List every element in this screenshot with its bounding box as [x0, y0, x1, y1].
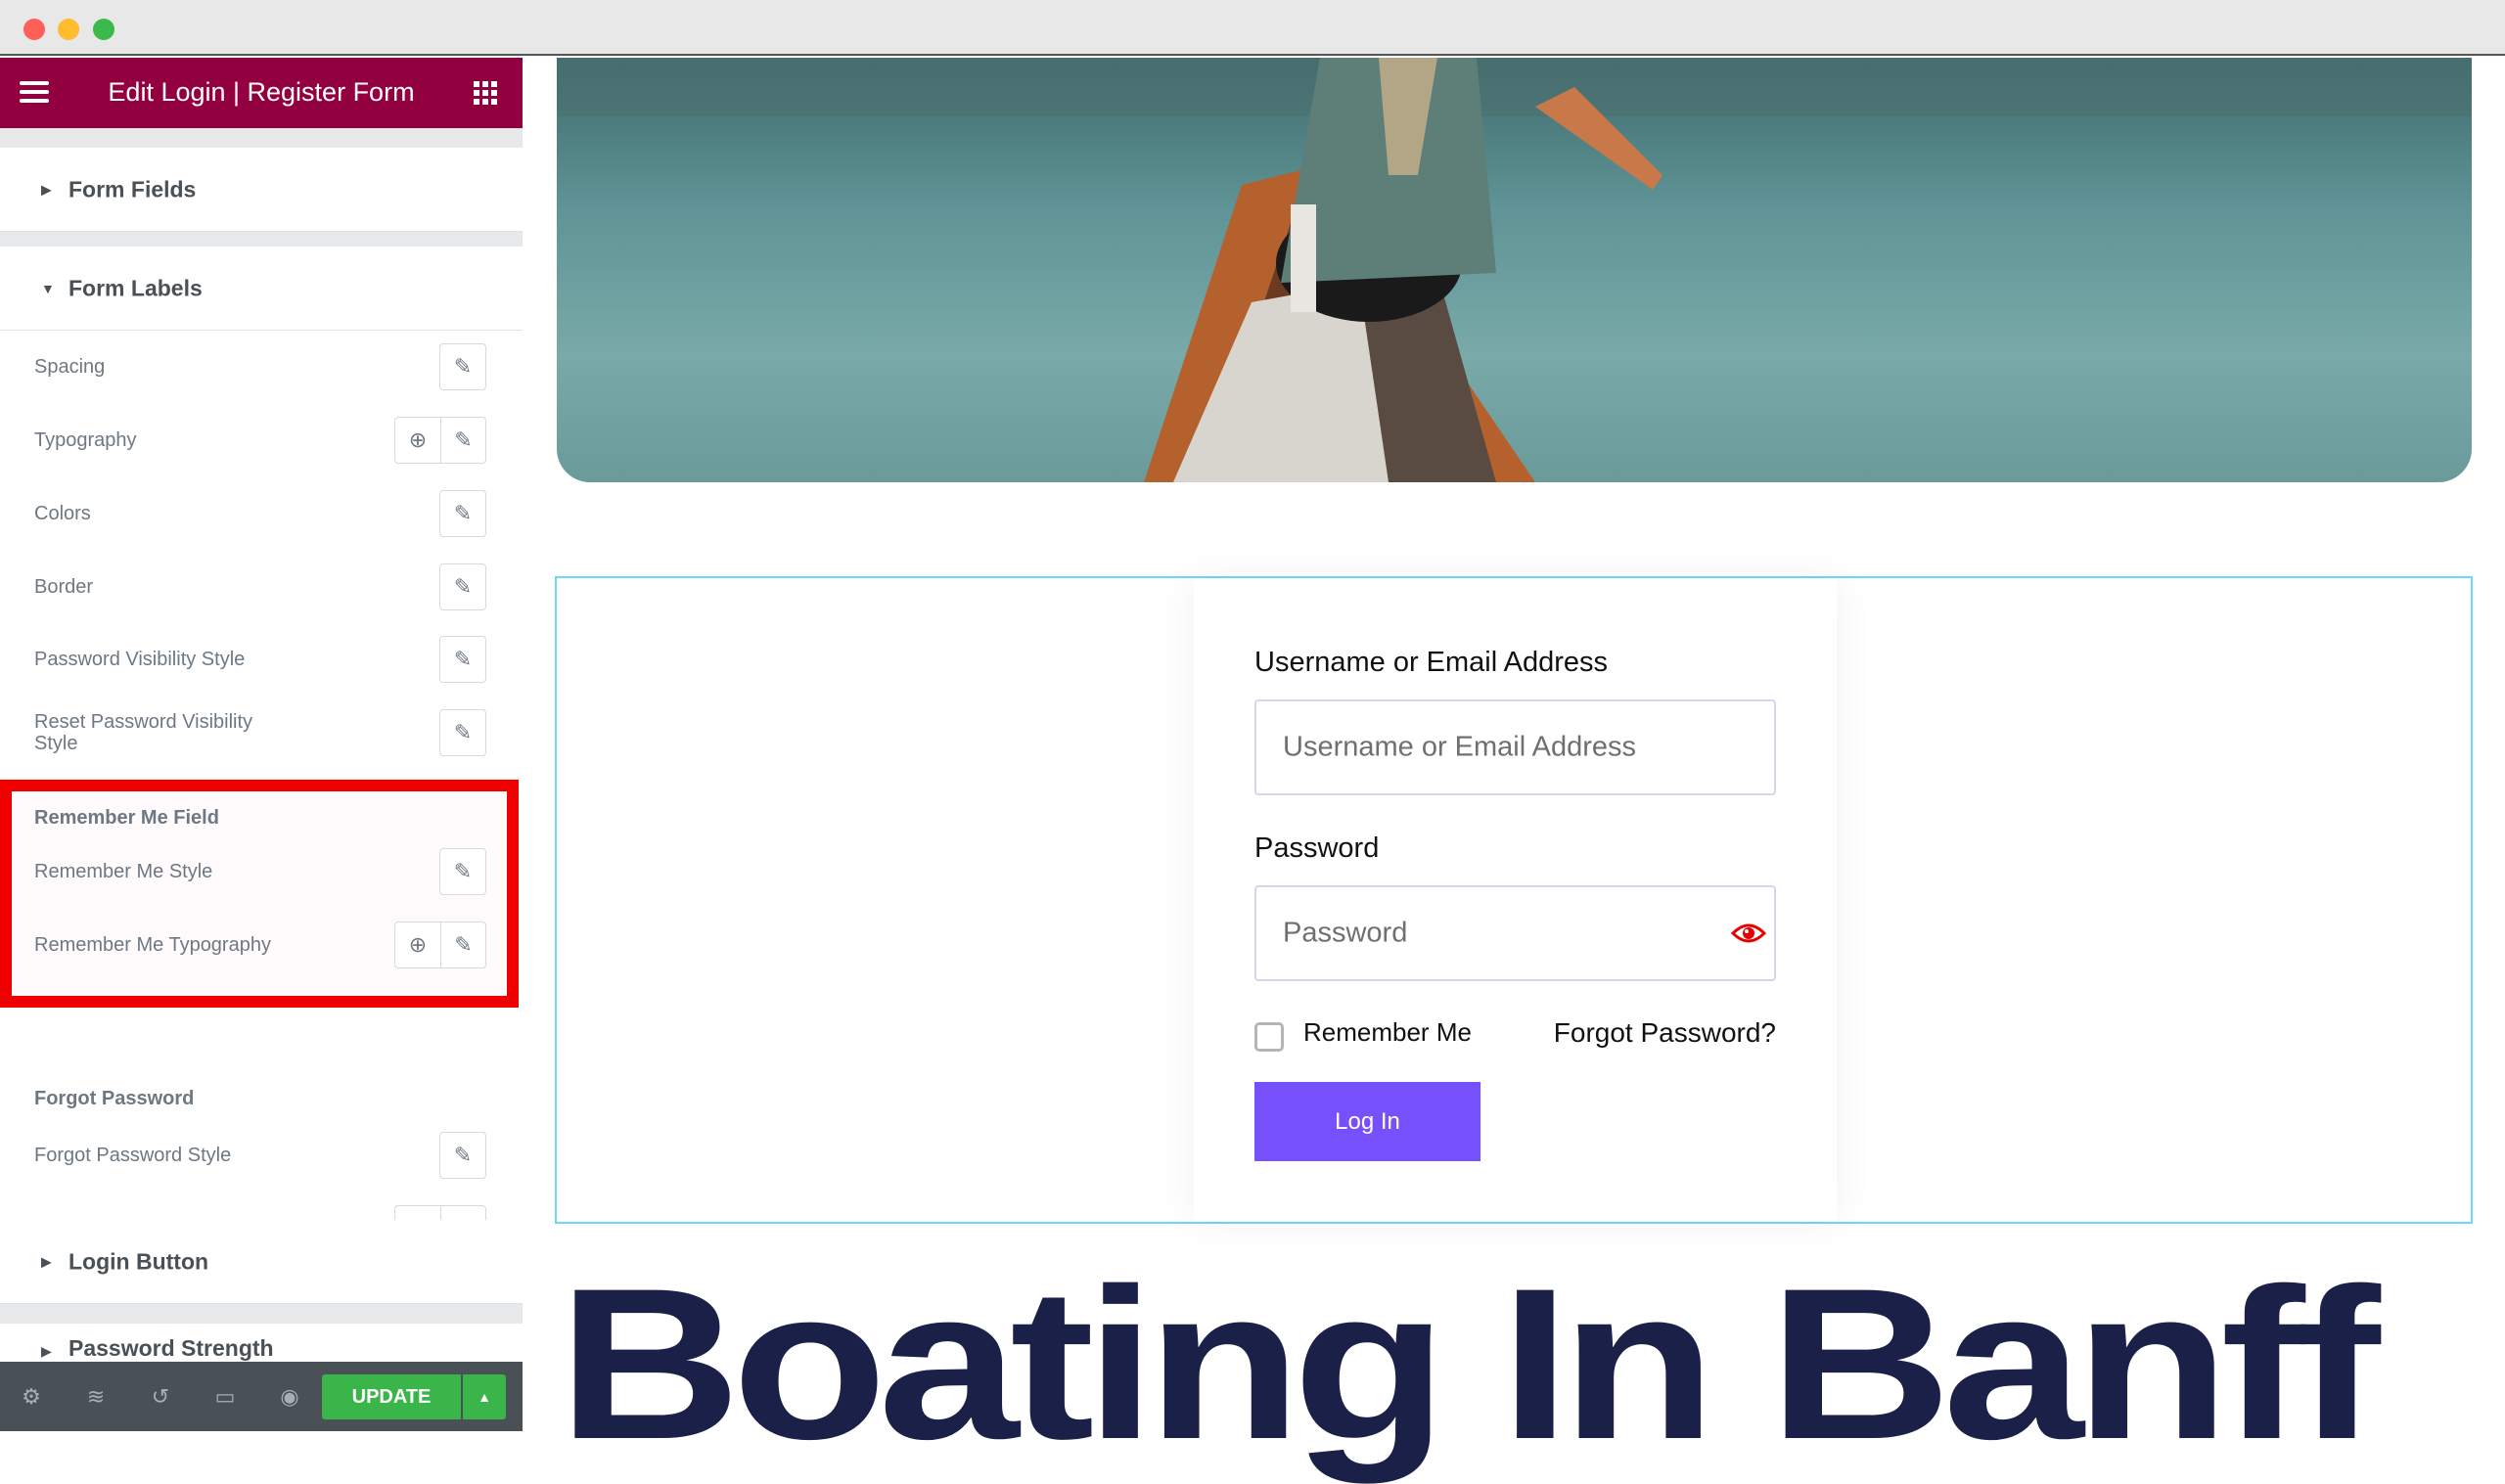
layers-icon[interactable]: ≋	[82, 1383, 110, 1411]
pencil-icon[interactable]: ✎	[440, 849, 485, 894]
page-canvas: Username or Email Address Username or Em…	[523, 58, 2505, 1471]
control-label: Remember Me Typography	[34, 934, 271, 956]
control-label: Border	[34, 576, 94, 598]
editor-sidebar: Edit Login | Register Form ▶ Form Fields…	[0, 58, 523, 1431]
control-label: Typography	[34, 429, 137, 451]
username-label: Username or Email Address	[1254, 647, 1609, 678]
section-form-fields[interactable]: ▶ Form Fields	[0, 148, 523, 232]
caret-right-icon: ▶	[41, 1343, 52, 1359]
globe-icon[interactable]: ⊕	[395, 418, 440, 463]
pencil-icon[interactable]: ✎	[440, 1133, 485, 1178]
control-label: Reset Password Visibility Style	[34, 711, 253, 754]
hero-image	[557, 58, 2472, 482]
panel-title: Edit Login | Register Form	[108, 77, 415, 107]
pencil-icon[interactable]: ✎	[440, 922, 485, 967]
control-row-remember-me-typography: Remember Me Typography ⊕ ✎	[0, 916, 523, 974]
control-row-forgot-password-style: Forgot Password Style ✎	[0, 1126, 523, 1185]
eye-icon[interactable]: ◉	[276, 1383, 303, 1411]
login-widget-container: Username or Email Address Username or Em…	[555, 576, 2473, 1224]
sidebar-footer: ⚙ ≋ ↺ ▭ ◉ UPDATE ▲	[0, 1362, 523, 1431]
page-heading: Boating In Banff	[558, 1243, 2381, 1484]
control-label: Forgot Password Style	[34, 1145, 232, 1166]
minimize-window-button[interactable]	[58, 19, 79, 40]
section-label: Login Button	[68, 1248, 209, 1274]
pencil-icon[interactable]: ✎	[440, 710, 485, 755]
forgot-password-link[interactable]: Forgot Password?	[1554, 1017, 1776, 1049]
history-icon[interactable]: ↺	[147, 1383, 174, 1411]
pencil-icon[interactable]: ✎	[440, 564, 485, 609]
login-form-card: Username or Email Address Username or Em…	[1194, 578, 1837, 1222]
caret-right-icon: ▶	[41, 181, 52, 197]
control-row-spacing: Spacing ✎	[0, 337, 523, 396]
section-login-button[interactable]: ▶ Login Button	[0, 1220, 523, 1304]
username-input[interactable]: Username or Email Address	[1254, 699, 1776, 795]
section-label: Password Strength	[68, 1335, 274, 1361]
control-label: Spacing	[34, 356, 106, 378]
globe-icon[interactable]: ⊕	[395, 922, 440, 967]
caret-up-icon[interactable]: ▲	[463, 1374, 506, 1419]
window-titlebar	[0, 0, 2505, 56]
section-label: Form Fields	[68, 176, 197, 202]
gear-icon[interactable]: ⚙	[18, 1383, 45, 1411]
remember-me-label[interactable]: Remember Me	[1303, 1017, 1472, 1048]
caret-right-icon: ▶	[41, 1253, 52, 1269]
control-row-border: Border ✎	[0, 558, 523, 616]
remember-me-heading: Remember Me Field	[34, 807, 219, 829]
remember-me-checkbox[interactable]	[1254, 1022, 1284, 1052]
responsive-icon[interactable]: ▭	[211, 1383, 239, 1411]
control-row-reset-password-visibility-style: Reset Password Visibility Style ✎	[0, 703, 523, 762]
control-label: Colors	[34, 503, 91, 524]
maximize-window-button[interactable]	[93, 19, 114, 40]
remember-me-highlight: Remember Me Field Remember Me Style ✎ Re…	[0, 780, 519, 1008]
caret-down-icon: ▼	[41, 280, 55, 296]
eye-icon[interactable]	[1731, 922, 1766, 945]
pencil-icon[interactable]: ✎	[440, 491, 485, 536]
control-row-typography: Typography ⊕ ✎	[0, 411, 523, 470]
forgot-password-heading: Forgot Password	[34, 1088, 195, 1109]
pencil-icon[interactable]: ✎	[440, 637, 485, 682]
control-row-password-visibility-style: Password Visibility Style ✎	[0, 630, 523, 689]
pencil-icon[interactable]: ✎	[440, 344, 485, 389]
password-input[interactable]: Password	[1254, 885, 1776, 981]
control-label: Remember Me Style	[34, 861, 213, 882]
pencil-icon[interactable]: ✎	[440, 418, 485, 463]
close-window-button[interactable]	[23, 19, 45, 40]
sidebar-header: Edit Login | Register Form	[0, 58, 523, 128]
control-row-remember-me-style: Remember Me Style ✎	[0, 842, 523, 901]
password-placeholder: Password	[1283, 917, 1408, 949]
control-label: Password Visibility Style	[34, 649, 246, 670]
section-label: Form Labels	[68, 275, 203, 300]
grid-icon[interactable]	[474, 81, 497, 105]
password-label: Password	[1254, 832, 1380, 864]
username-placeholder: Username or Email Address	[1283, 731, 1637, 763]
update-button[interactable]: UPDATE	[322, 1374, 461, 1419]
canoe-photo	[557, 58, 2472, 482]
login-button[interactable]: Log In	[1254, 1082, 1480, 1161]
control-row-colors: Colors ✎	[0, 484, 523, 543]
section-form-labels[interactable]: ▼ Form Labels	[0, 247, 523, 331]
